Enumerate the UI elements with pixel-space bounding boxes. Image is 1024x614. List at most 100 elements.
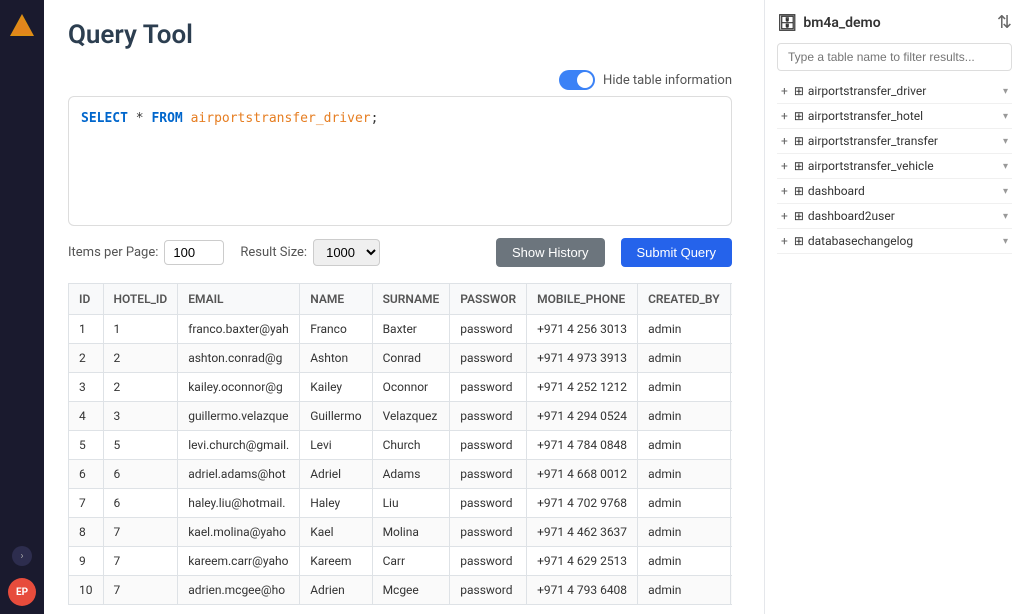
table-search-input[interactable] [777,43,1012,71]
table-list-item[interactable]: +⊞dashboard2user▾ [777,204,1012,229]
table-cell: password [450,518,527,547]
table-row: 97kareem.carr@yahoKareemCarrpassword+971… [69,547,733,576]
table-row: 32kailey.oconnor@gKaileyOconnorpassword+… [69,373,733,402]
query-editor[interactable]: SELECT * FROM airportstransfer_driver; [68,96,732,226]
db-name: 🗄 bm4a_demo [777,13,881,32]
table-cell: franco.baxter@yah [178,315,300,344]
table-cell: 6 [69,460,104,489]
table-list-item[interactable]: +⊞airportstransfer_hotel▾ [777,104,1012,129]
table-cell: admin [638,547,731,576]
table-cell: password [450,431,527,460]
column-header-createdby: CREATED_BY [638,284,731,315]
chevron-down-icon: ▾ [1003,211,1008,222]
table-icon: ⊞ [794,234,804,248]
submit-query-button[interactable]: Submit Query [621,238,732,267]
table-cell: password [450,547,527,576]
table-cell: 23-02-2023 17:22 [730,431,732,460]
table-cell: 23-02-2023 17:22 [730,460,732,489]
column-header-hotelid: HOTEL_ID [103,284,178,315]
table-cell: adrien.mcgee@ho [178,576,300,605]
table-cell: ashton.conrad@g [178,344,300,373]
column-header-surname: SURNAME [372,284,450,315]
hide-table-toggle[interactable] [559,70,595,90]
table-list-item[interactable]: +⊞databasechangelog▾ [777,229,1012,254]
table-cell: admin [638,460,731,489]
table-cell: Adams [372,460,450,489]
table-cell: guillermo.velazque [178,402,300,431]
table-icon: ⊞ [794,209,804,223]
main-content: Query Tool Hide table information SELECT… [44,0,1024,614]
table-cell: Mcgee [372,576,450,605]
items-per-page-label: Items per Page: [68,245,158,260]
table-cell: Adrien [300,576,372,605]
table-icon: ⊞ [794,184,804,198]
table-row: 22ashton.conrad@gAshtonConradpassword+97… [69,344,733,373]
table-list-item[interactable]: +⊞airportstransfer_driver▾ [777,79,1012,104]
table-cell: 7 [103,547,178,576]
column-header-passwor: PASSWOR [450,284,527,315]
content-area: Query Tool Hide table information SELECT… [44,0,1024,614]
table-cell: Haley [300,489,372,518]
table-icon: ⊞ [794,84,804,98]
table-cell: 7 [69,489,104,518]
items-per-page-input[interactable] [164,240,224,265]
toggle-row: Hide table information [68,70,732,90]
table-cell: kailey.oconnor@g [178,373,300,402]
table-item-name: airportstransfer_transfer [808,134,1003,148]
table-cell: 2 [103,373,178,402]
table-cell: admin [638,518,731,547]
table-item-name: databasechangelog [808,234,1003,248]
table-cell: 9 [69,547,104,576]
table-cell: password [450,315,527,344]
column-header-createdon: CREATED_ON [730,284,732,315]
table-cell: Ashton [300,344,372,373]
table-cell: admin [638,489,731,518]
table-cell: Levi [300,431,372,460]
column-header-id: ID [69,284,104,315]
table-row: 107adrien.mcgee@hoAdrienMcgeepassword+97… [69,576,733,605]
chevron-down-icon: ▾ [1003,161,1008,172]
table-cell: 4 [69,402,104,431]
column-header-email: EMAIL [178,284,300,315]
result-size-label: Result Size: [240,245,307,260]
sidebar: › EP [0,0,44,614]
table-cell: Kailey [300,373,372,402]
table-cell: Baxter [372,315,450,344]
table-cell: 10 [69,576,104,605]
query-semicolon: ; [371,111,379,126]
result-size-group: Result Size: 1000 500 100 [240,239,380,266]
sidebar-collapse-button[interactable]: › [12,546,32,566]
table-header-row: IDHOTEL_IDEMAILNAMESURNAMEPASSWORMOBILE_… [69,284,733,315]
table-icon: ⊞ [794,109,804,123]
controls-row: Items per Page: Result Size: 1000 500 10… [68,238,732,267]
table-icon: ⊞ [794,159,804,173]
table-row: 76haley.liu@hotmail.HaleyLiupassword+971… [69,489,733,518]
table-cell: admin [638,576,731,605]
table-cell: 8 [69,518,104,547]
table-row: 55levi.church@gmail.LeviChurchpassword+9… [69,431,733,460]
table-list-item[interactable]: +⊞airportstransfer_transfer▾ [777,129,1012,154]
column-header-name: NAME [300,284,372,315]
chevron-down-icon: ▾ [1003,111,1008,122]
result-size-select[interactable]: 1000 500 100 [313,239,380,266]
table-cell: Kareem [300,547,372,576]
query-from-keyword: FROM [151,111,182,126]
table-cell: admin [638,315,731,344]
table-list-item[interactable]: +⊞dashboard▾ [777,179,1012,204]
table-item-name: dashboard [808,184,1003,198]
table-cell: 23-02-2023 17:22 [730,344,732,373]
show-history-button[interactable]: Show History [496,238,605,267]
query-star: * [128,111,151,126]
sort-icon[interactable]: ⇅ [997,12,1012,33]
table-cell: password [450,460,527,489]
table-cell: password [450,576,527,605]
table-cell: 6 [103,489,178,518]
toggle-label: Hide table information [603,73,732,88]
table-cell: 2 [103,344,178,373]
table-list-item[interactable]: +⊞airportstransfer_vehicle▾ [777,154,1012,179]
table-cell: +971 4 294 0524 [527,402,638,431]
column-header-mobilephone: MOBILE_PHONE [527,284,638,315]
expand-icon: + [781,159,788,173]
table-cell: admin [638,431,731,460]
table-cell: Liu [372,489,450,518]
